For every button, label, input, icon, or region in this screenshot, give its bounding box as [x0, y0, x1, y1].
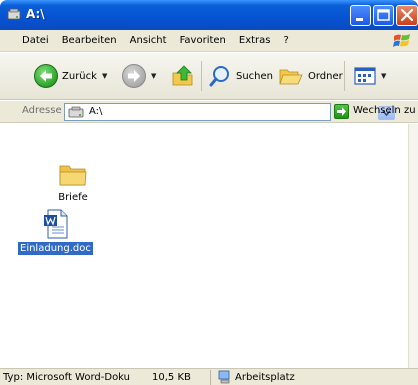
maximize-icon: [377, 9, 390, 21]
status-bar: Typ: Microsoft Word-Doku 10,5 KB Arbeits…: [0, 368, 418, 385]
file-name: Einladung.doc: [18, 242, 93, 255]
up-folder-button[interactable]: [170, 63, 196, 89]
folders-button[interactable]: Ordner: [278, 63, 343, 89]
menu-item-favoriten[interactable]: Favoriten: [180, 35, 226, 46]
forward-dropdown-icon[interactable]: ▼: [151, 72, 156, 80]
back-label: Zurück: [62, 70, 97, 82]
windows-logo-icon: [393, 34, 410, 47]
go-label[interactable]: Wechseln zu: [353, 105, 416, 116]
status-divider: [210, 370, 211, 385]
menu-item-extras[interactable]: Extras: [239, 35, 271, 46]
folders-icon: [279, 69, 303, 85]
status-size-text: 10,5 KB: [152, 372, 191, 383]
word-document-icon: [44, 209, 68, 239]
close-icon: [400, 8, 414, 22]
back-arrow-icon: [34, 64, 58, 88]
search-icon: [209, 66, 229, 87]
file-list[interactable]: Briefe Einladung.doc: [0, 124, 408, 368]
back-button[interactable]: Zurück ▼: [34, 63, 107, 89]
search-button[interactable]: Suchen: [208, 63, 273, 89]
forward-button[interactable]: ▼: [122, 63, 156, 89]
address-label: Adresse: [22, 105, 62, 116]
window-title: A:\: [26, 7, 45, 21]
minimize-icon: [356, 18, 363, 21]
file-item-briefe[interactable]: Briefe: [38, 162, 108, 204]
close-button[interactable]: [396, 5, 418, 26]
toolbar-separator: [344, 61, 345, 91]
forward-arrow-icon: [122, 64, 146, 88]
floppy-drive-icon: [7, 8, 21, 20]
folder-icon: [59, 165, 87, 186]
vertical-scrollbar[interactable]: [408, 124, 418, 368]
search-label: Suchen: [236, 70, 274, 82]
title-bar[interactable]: A:\: [0, 0, 418, 30]
address-bar: Adresse A:\ Wechseln zu: [0, 101, 418, 123]
maximize-button[interactable]: [373, 5, 394, 26]
my-computer-icon: [218, 370, 230, 384]
views-dropdown-icon[interactable]: ▼: [381, 72, 386, 80]
go-arrow-icon: [337, 107, 346, 116]
minimize-button[interactable]: [350, 5, 371, 26]
status-location-text: Arbeitsplatz: [235, 372, 295, 383]
address-value: A:\: [89, 106, 103, 117]
toolbar-separator: [201, 61, 202, 91]
address-input[interactable]: A:\: [64, 103, 395, 121]
menu-item-help[interactable]: ?: [284, 35, 289, 46]
folders-label: Ordner: [308, 70, 343, 82]
views-icon: [354, 67, 376, 85]
file-name: Briefe: [58, 192, 88, 203]
menu-item-bearbeiten[interactable]: Bearbeiten: [62, 35, 117, 46]
menu-item-ansicht[interactable]: Ansicht: [130, 35, 167, 46]
toolbar: Zurück ▼ ▼ Suchen Ordner ▼: [0, 53, 418, 100]
status-type-text: Typ: Microsoft Word-Doku: [3, 372, 131, 383]
back-dropdown-icon[interactable]: ▼: [102, 72, 107, 80]
menu-bar: Datei Bearbeiten Ansicht Favoriten Extra…: [0, 30, 418, 52]
views-button[interactable]: ▼: [354, 63, 386, 89]
menu-item-datei[interactable]: Datei: [22, 35, 49, 46]
floppy-drive-icon: [68, 106, 84, 118]
up-folder-icon: [172, 65, 193, 86]
file-item-einladung[interactable]: Einladung.doc: [18, 209, 93, 255]
go-button[interactable]: [334, 104, 349, 119]
